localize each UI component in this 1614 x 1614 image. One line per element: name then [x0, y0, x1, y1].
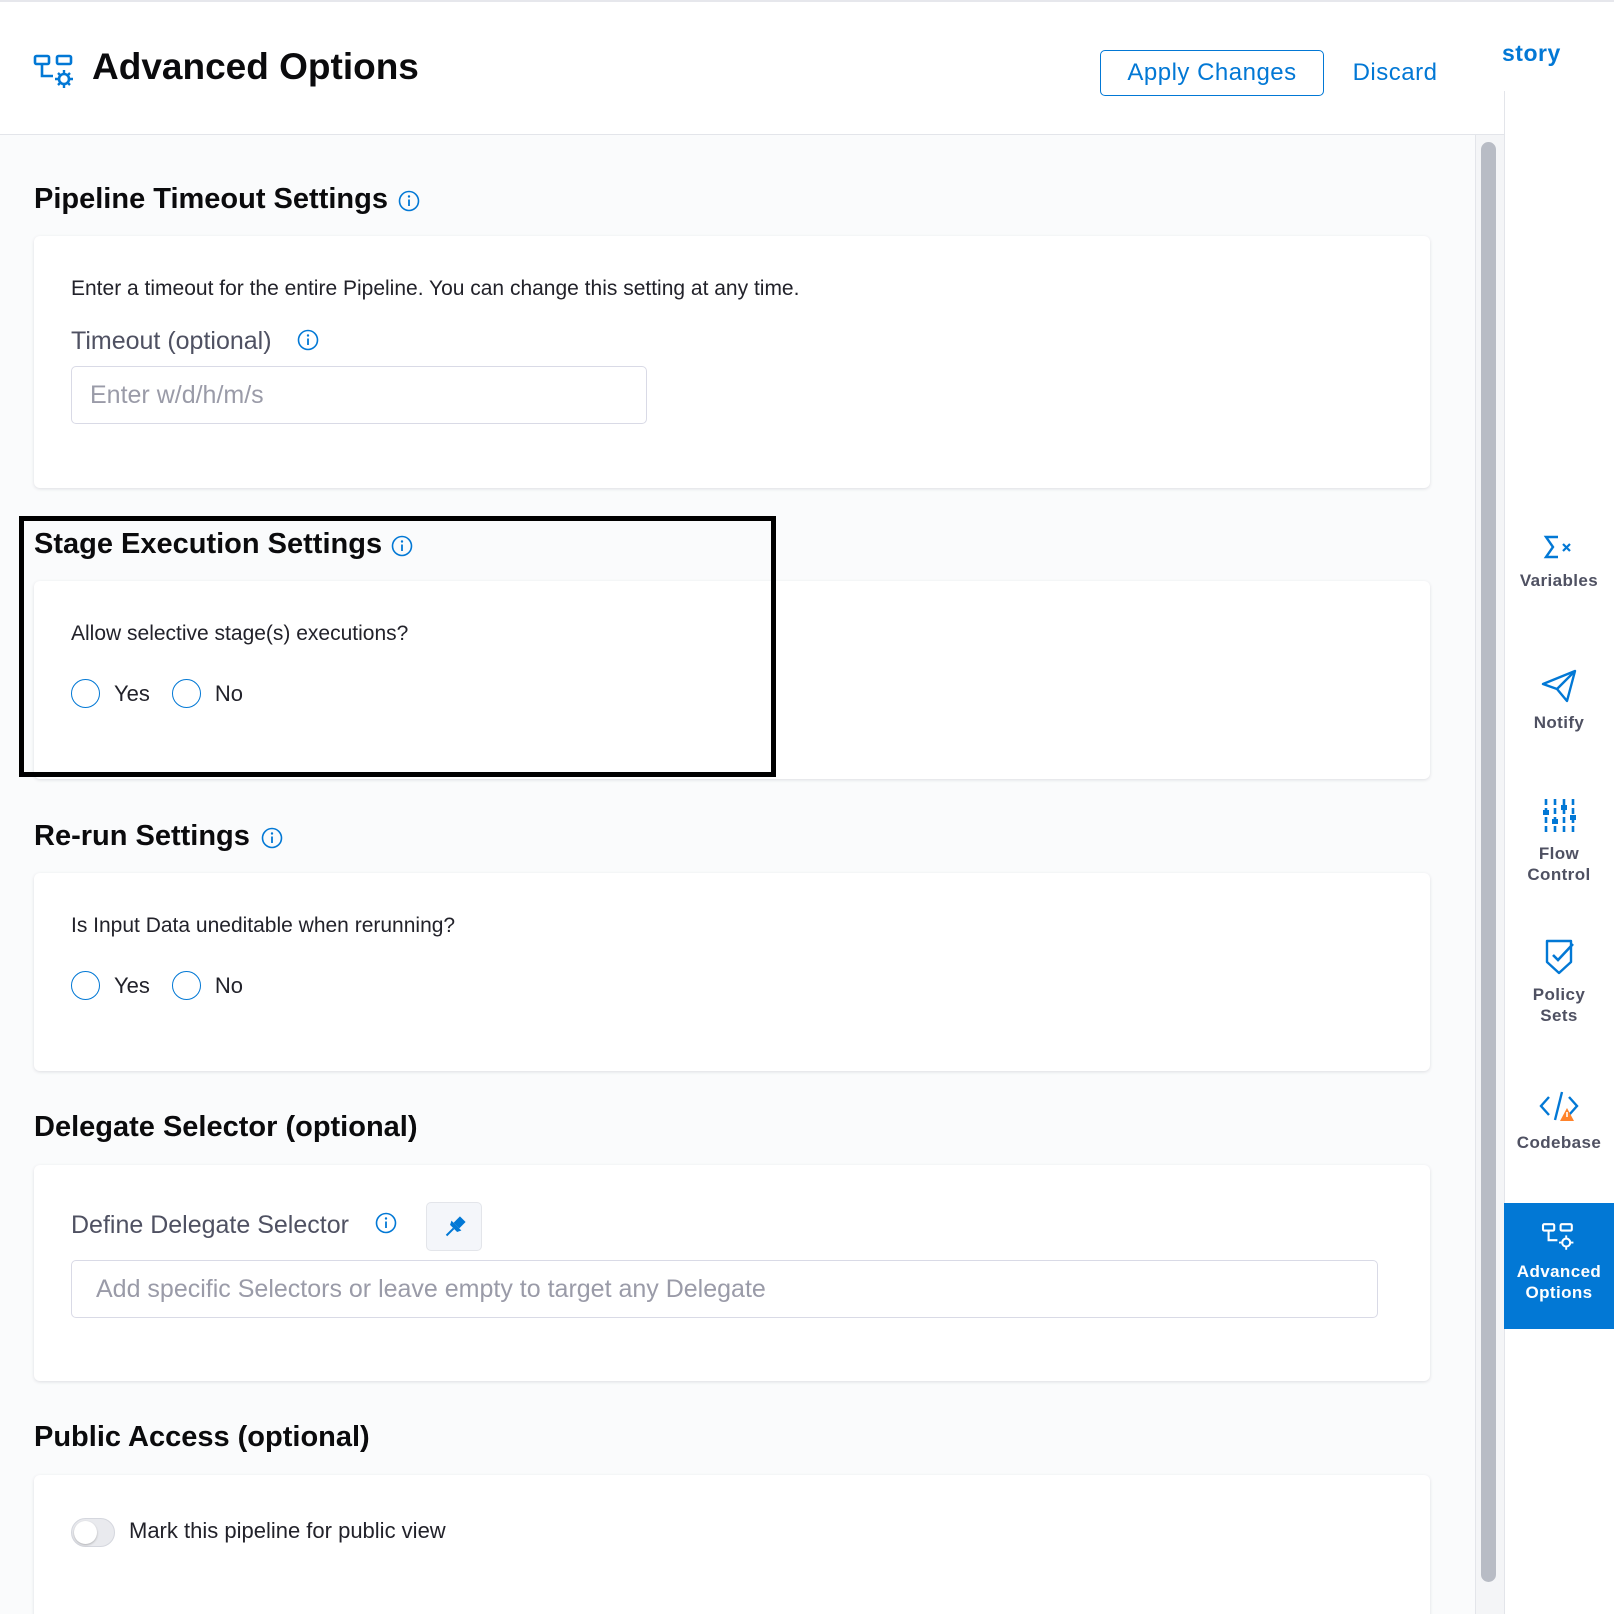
apply-changes-button[interactable]: Apply Changes: [1100, 50, 1324, 96]
history-tab[interactable]: story: [1502, 40, 1561, 67]
toggle-knob: [74, 1521, 97, 1544]
radio-circle[interactable]: [171, 971, 201, 1000]
pin-button[interactable]: [426, 1202, 482, 1251]
public-view-toggle[interactable]: [71, 1518, 115, 1547]
shield-check-icon: [1545, 939, 1574, 975]
delegate-label: Define Delegate Selector: [71, 1211, 349, 1239]
timeout-label: Timeout (optional): [71, 327, 272, 355]
public-section-title: Public Access (optional): [34, 1421, 370, 1453]
pin-icon: [445, 1216, 466, 1237]
advanced-options-icon: [1541, 1223, 1574, 1250]
stage-question: Allow selective stage(s) executions?: [71, 622, 409, 645]
stage-radio-no[interactable]: No: [171, 679, 243, 708]
delegate-selector-input[interactable]: [71, 1260, 1378, 1318]
page-header: Advanced Options Apply Changes Discard s…: [0, 4, 1560, 135]
timeout-input[interactable]: [71, 366, 647, 424]
nav-item-notify[interactable]: Notify: [1504, 668, 1614, 733]
timeout-card: [34, 236, 1430, 488]
public-card: [34, 1475, 1430, 1614]
radio-circle[interactable]: [171, 679, 201, 708]
info-icon[interactable]: [375, 1212, 397, 1234]
sliders-icon: [1543, 799, 1576, 833]
nav-item-variables[interactable]: Variables: [1504, 532, 1614, 591]
rerun-radio-no[interactable]: No: [171, 971, 243, 1000]
nav-item-codebase[interactable]: Codebase: [1504, 1090, 1614, 1153]
page-title: Advanced Options: [92, 46, 419, 87]
stage-radio-group: Yes No: [71, 679, 265, 708]
info-icon[interactable]: [391, 535, 413, 557]
info-icon[interactable]: [398, 190, 420, 212]
info-icon[interactable]: [261, 827, 283, 849]
discard-button[interactable]: Discard: [1340, 50, 1450, 96]
nav-item-policy-sets[interactable]: Policy Sets: [1504, 938, 1614, 1026]
public-view-label: Mark this pipeline for public view: [129, 1518, 446, 1543]
code-warning-icon: [1539, 1091, 1579, 1121]
advanced-options-icon: [33, 54, 73, 88]
paper-plane-icon: [1541, 669, 1577, 703]
timeout-section-title: Pipeline Timeout Settings: [34, 183, 388, 215]
stage-radio-yes[interactable]: Yes: [71, 679, 150, 708]
timeout-description: Enter a timeout for the entire Pipeline.…: [71, 277, 800, 300]
rerun-section-title: Re-run Settings: [34, 820, 250, 852]
rerun-radio-yes[interactable]: Yes: [71, 971, 150, 1000]
radio-circle[interactable]: [71, 971, 100, 1000]
rerun-question: Is Input Data uneditable when rerunning?: [71, 914, 456, 937]
rerun-radio-group: Yes No: [71, 971, 265, 1000]
stage-section-title: Stage Execution Settings: [34, 528, 383, 560]
delegate-section-title: Delegate Selector (optional): [34, 1111, 418, 1143]
variables-icon: [1543, 535, 1571, 559]
radio-circle[interactable]: [71, 679, 100, 708]
nav-item-advanced-options[interactable]: Advanced Options: [1504, 1203, 1614, 1329]
scrollbar-thumb[interactable]: [1481, 142, 1496, 1582]
info-icon[interactable]: [297, 329, 319, 351]
nav-item-flow-control[interactable]: Flow Control: [1504, 797, 1614, 885]
